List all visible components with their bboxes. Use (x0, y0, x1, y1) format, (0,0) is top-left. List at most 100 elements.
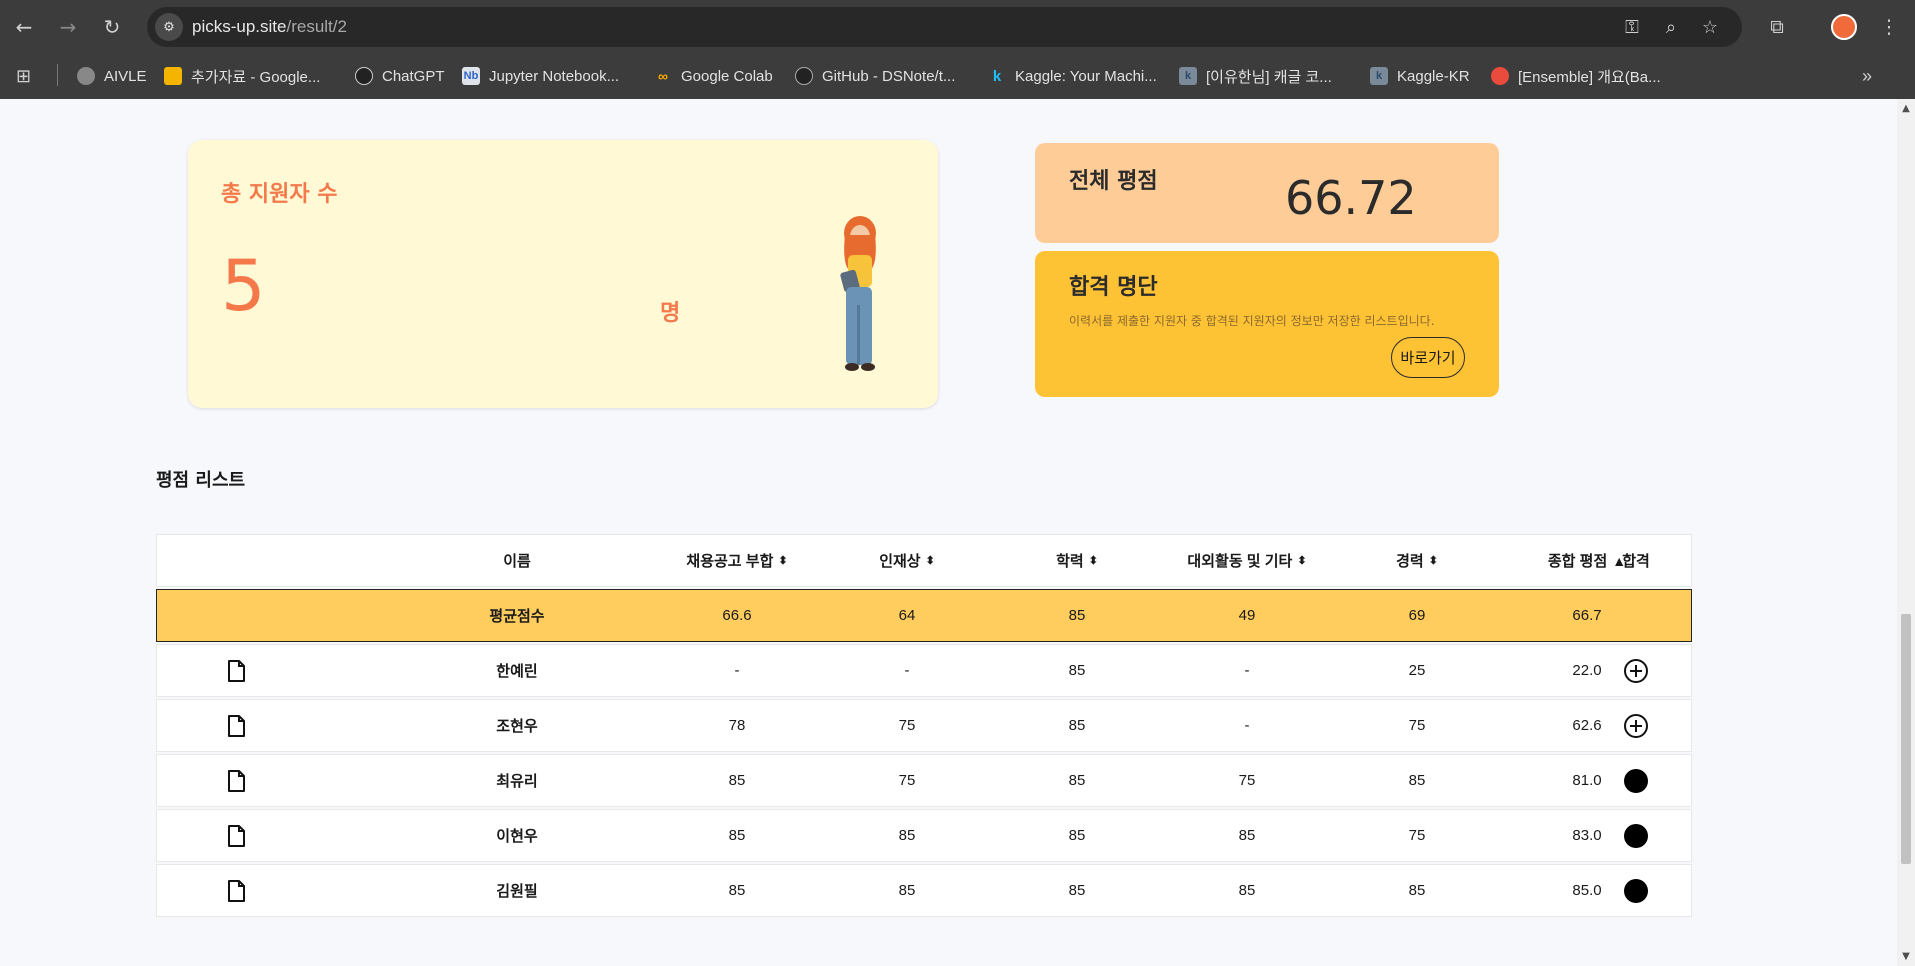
scrollbar[interactable]: ▲ ▼ (1897, 99, 1915, 966)
applicant-name: 김원필 (496, 883, 538, 900)
bookmark-item[interactable]: [Ensemble] 개요(Ba... (1491, 64, 1661, 88)
bookmark-label: Kaggle-KR (1397, 67, 1470, 85)
kaggle-icon: k (992, 67, 1002, 85)
extensions-icon[interactable]: ⧉ (1762, 12, 1792, 42)
filled-circle-icon[interactable] (1624, 768, 1648, 793)
header-education-label: 학력 (1056, 553, 1084, 570)
kaggle-icon: k (1370, 67, 1388, 85)
document-icon[interactable] (227, 865, 245, 916)
header-total[interactable]: 종합 평점 ▲ (1462, 535, 1712, 586)
plus-circle-icon[interactable] (1624, 658, 1648, 683)
header-name-label: 이름 (503, 553, 531, 570)
url-text[interactable]: picks-up.site/result/2 (192, 17, 347, 37)
sort-icon[interactable]: ⬍ (926, 554, 935, 567)
go-to-pass-list-button[interactable]: 바로가기 (1391, 337, 1465, 378)
pass-toggle[interactable] (1606, 755, 1666, 806)
bookmark-item[interactable]: Nb Jupyter Notebook... (462, 64, 619, 88)
kaggle-icon: k (1179, 67, 1197, 85)
bookmark-item[interactable]: k Kaggle-KR (1370, 64, 1470, 88)
filled-circle-icon[interactable] (1624, 823, 1648, 848)
pass-toggle[interactable] (1606, 700, 1666, 751)
overall-score-card: 전체 평점 66.72 (1035, 143, 1499, 243)
apps-icon[interactable]: ⊞ (16, 64, 31, 88)
document-icon[interactable] (227, 810, 245, 861)
score-table: 이름 채용공고 부합 ⬍ 인재상 ⬍ 학력 ⬍ 대외활동 및 기타 ⬍ 경력 ⬍ 종합 평… (156, 534, 1692, 919)
table-row: 조현우 78 75 85 - 75 62.6 (156, 699, 1692, 752)
total-applicants-card: 총 지원자 수 5 명 (188, 140, 938, 408)
bookmark-label: GitHub - DSNote/t... (822, 67, 956, 85)
header-talent-label: 인재상 (879, 553, 921, 570)
profile-avatar[interactable] (1831, 14, 1857, 40)
header-job-fit-label: 채용공고 부합 (686, 553, 774, 570)
bookmark-label: 추가자료 - Google... (191, 68, 321, 86)
address-bar[interactable]: ⚙ picks-up.site/result/2 ⚿ ⌕ ☆ (147, 7, 1742, 47)
header-career-label: 경력 (1396, 553, 1424, 570)
menu-icon[interactable]: ⋮ (1874, 12, 1904, 42)
average-total: 66.7 (1572, 607, 1602, 624)
total-score: 85.0 (1572, 882, 1602, 899)
site-info-icon[interactable]: ⚙ (155, 13, 183, 41)
applicant-name: 조현우 (496, 718, 538, 735)
bookmarks-divider (57, 64, 58, 86)
total-score: 83.0 (1572, 827, 1602, 844)
applicant-name: 최유리 (496, 773, 538, 790)
total-applicants-unit: 명 (660, 301, 681, 326)
bookmark-item[interactable]: k [이유한님] 캐글 코... (1179, 64, 1332, 88)
more-bookmarks-icon[interactable]: » (1862, 64, 1872, 88)
average-label: 평균점수 (489, 608, 545, 625)
header-pass: 합격 (1606, 535, 1666, 586)
total-score: 22.0 (1572, 662, 1602, 679)
overall-score-value: 66.72 (1285, 171, 1417, 225)
url-host: picks-up.site (192, 17, 287, 36)
scroll-up-icon[interactable]: ▲ (1901, 103, 1911, 114)
table-row: 한예린 - - 85 - 25 22.0 (156, 644, 1692, 697)
bookmark-label: [이유한님] 캐글 코... (1206, 68, 1332, 86)
document-icon[interactable] (227, 645, 245, 696)
key-icon[interactable]: ⚿ (1620, 15, 1644, 39)
sort-icon[interactable]: ⬍ (1429, 554, 1438, 567)
table-row: 김원필 85 85 85 85 85 85.0 (156, 864, 1692, 917)
header-activities-label: 대외활동 및 기타 (1187, 553, 1293, 570)
bookmark-label: Google Colab (681, 67, 773, 85)
document-icon[interactable] (227, 700, 245, 751)
scrollbar-thumb[interactable] (1901, 614, 1911, 864)
forward-icon[interactable]: → (52, 11, 84, 43)
bookmark-label: [Ensemble] 개요(Ba... (1518, 68, 1661, 86)
plus-circle-icon[interactable] (1624, 713, 1648, 738)
star-icon[interactable]: ☆ (1698, 15, 1722, 39)
table-row: 이현우 85 85 85 85 75 83.0 (156, 809, 1692, 862)
total-applicants-count: 5 (221, 245, 266, 327)
bookmark-item[interactable]: k Kaggle: Your Machi... (988, 64, 1157, 88)
pass-list-card: 합격 명단 이력서를 제출한 지원자 중 합격된 지원자의 정보만 저장한 리스… (1035, 251, 1499, 397)
document-icon[interactable] (227, 755, 245, 806)
globe-icon (77, 67, 95, 85)
pass-toggle[interactable] (1606, 810, 1666, 861)
scroll-down-icon[interactable]: ▼ (1901, 951, 1911, 962)
bookmark-item[interactable]: AIVLE (77, 64, 147, 88)
reload-icon[interactable]: ↻ (96, 11, 128, 43)
header-name: 이름 (457, 535, 577, 586)
back-icon[interactable]: ← (8, 11, 40, 43)
filled-circle-icon[interactable] (1624, 878, 1648, 903)
bookmarks-bar: ⊞ AIVLE 추가자료 - Google... ChatGPT Nb Jupyt… (0, 54, 1915, 99)
table-row: 최유리 85 75 85 75 85 81.0 (156, 754, 1692, 807)
total-score: 62.6 (1572, 717, 1602, 734)
bookmark-item[interactable]: GitHub - DSNote/t... (795, 64, 955, 88)
browser-toolbar: ← → ↻ ⚙ picks-up.site/result/2 ⚿ ⌕ ☆ ⧉ ⋮ (0, 0, 1915, 54)
pass-toggle[interactable] (1606, 645, 1666, 696)
character-illustration (840, 216, 876, 371)
table-header-row: 이름 채용공고 부합 ⬍ 인재상 ⬍ 학력 ⬍ 대외활동 및 기타 ⬍ 경력 ⬍ 종합 평… (156, 534, 1692, 587)
chatgpt-icon (355, 67, 373, 85)
zoom-icon[interactable]: ⌕ (1659, 15, 1683, 39)
colab-icon: ∞ (658, 68, 668, 84)
sort-icon[interactable]: ⬍ (1089, 554, 1098, 567)
header-pass-label: 합격 (1622, 553, 1650, 570)
total-score: 81.0 (1572, 772, 1602, 789)
bookmark-item[interactable]: ChatGPT (355, 64, 445, 88)
bookmark-item[interactable]: 추가자료 - Google... (164, 64, 320, 88)
bookmark-item[interactable]: ∞ Google Colab (654, 64, 773, 88)
score-list-title: 평점 리스트 (156, 470, 246, 491)
pass-toggle[interactable] (1606, 865, 1666, 916)
bookmark-label: ChatGPT (382, 67, 445, 85)
header-total-label: 종합 평점 (1547, 553, 1608, 570)
